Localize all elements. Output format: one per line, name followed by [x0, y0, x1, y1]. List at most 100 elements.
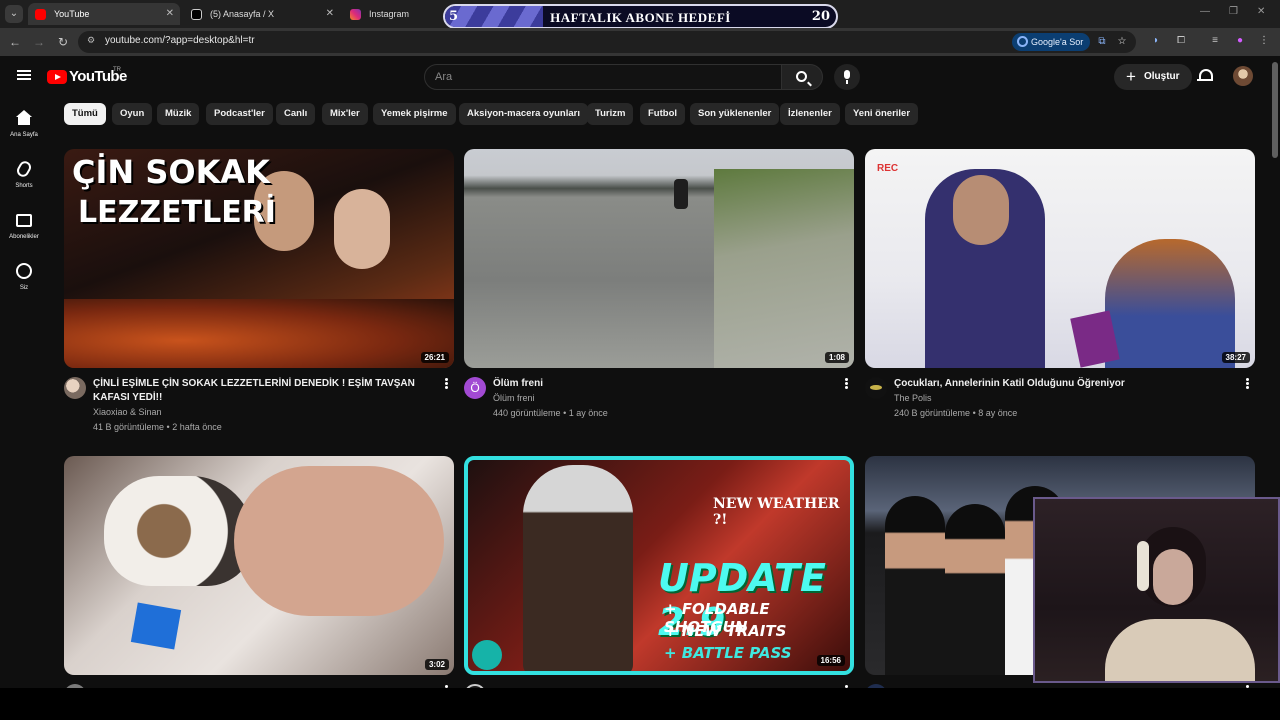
maximize-icon[interactable]: ❐ [1229, 6, 1238, 17]
tab-title: (5) Anasayfa / X [210, 9, 275, 19]
extensions-puzzle-icon[interactable]: ⧠ [1174, 34, 1188, 48]
search-button[interactable] [781, 64, 823, 90]
guide-item-shorts[interactable]: Shorts [0, 155, 48, 195]
channel-avatar[interactable] [64, 377, 86, 399]
video-card[interactable]: ÇİN SOKAK LEZZETLERİ 26:21 ÇİNLİ EŞİMLE … [64, 149, 454, 432]
channel-avatar[interactable]: Ö [464, 377, 486, 399]
chip-football[interactable]: Futbol [640, 103, 686, 125]
chip-action-adventure[interactable]: Aksiyon-macera oyunları [459, 103, 588, 125]
video-meta: 240 B görüntüleme • 8 ay önce [894, 408, 1018, 418]
subscriptions-icon [16, 214, 32, 227]
address-bar[interactable]: ⚙ youtube.com/?app=desktop&hl=tr Google'… [78, 31, 1136, 53]
video-card[interactable]: NEW WEATHER ?! UPDATE 2.9 + FOLDABLE SHO… [464, 456, 854, 688]
site-info-icon[interactable]: ⚙ [87, 35, 101, 49]
video-thumbnail[interactable]: NEW WEATHER ?! UPDATE 2.9 + FOLDABLE SHO… [464, 456, 854, 675]
more-actions-icon[interactable] [845, 378, 848, 390]
chip-recently-uploaded[interactable]: Son yüklenenler [690, 103, 780, 125]
video-meta: 41 B görüntüleme • 2 hafta önce [93, 422, 222, 432]
chip-gaming[interactable]: Oyun [112, 103, 153, 125]
duration-badge: 3:02 [424, 659, 449, 670]
upload-age: 2 hafta önce [172, 422, 222, 432]
search-input[interactable] [435, 71, 765, 83]
profile-icon[interactable]: ● [1233, 34, 1247, 48]
chip-tourism[interactable]: Turizm [587, 103, 634, 125]
person-graphic [1105, 239, 1235, 368]
ask-google-label: Google'a Sor [1031, 37, 1084, 47]
video-title[interactable]: ÇİNLİ EŞİMLE ÇİN SOKAK LEZZETLERİNİ DENE… [93, 377, 428, 405]
more-actions-icon[interactable] [1246, 378, 1249, 390]
voice-search-mic-icon[interactable] [834, 64, 860, 90]
channel-avatar[interactable] [865, 377, 887, 399]
tab-youtube[interactable]: YouTube ✕ [28, 3, 180, 25]
tab-instagram[interactable]: Instagram [343, 3, 439, 25]
food-graphic [64, 299, 454, 368]
person-graphic [334, 189, 390, 269]
view-count: 240 B görüntüleme [894, 408, 971, 418]
bookmark-star-icon[interactable]: ☆ [1115, 35, 1129, 49]
extension-icon[interactable]: ◗ [1149, 34, 1163, 48]
channel-name[interactable]: The Polis [894, 393, 932, 403]
guide-item-subscriptions[interactable]: Abonelikler [0, 206, 48, 246]
channel-name[interactable]: Ölüm freni [493, 393, 535, 403]
video-title[interactable]: Ölüm freni [493, 377, 828, 391]
video-card[interactable]: REC 38:27 Çocukları, Annelerinin Katil O… [865, 149, 1255, 418]
search-box[interactable] [424, 64, 782, 90]
browser-menu-icon[interactable]: ⋮ [1257, 34, 1271, 48]
video-title[interactable]: Çocukları, Annelerinin Katil Olduğunu Öğ… [894, 377, 1229, 391]
view-count: 440 görüntüleme [493, 408, 561, 418]
chip-watched[interactable]: İzlenenler [780, 103, 840, 125]
chip-cooking[interactable]: Yemek pişirme [373, 103, 456, 125]
chip-music[interactable]: Müzik [157, 103, 200, 125]
shoulders-graphic [1105, 619, 1255, 681]
video-thumbnail[interactable]: ÇİN SOKAK LEZZETLERİ 26:21 [64, 149, 454, 368]
chip-new-to-you[interactable]: Yeni öneriler [845, 103, 919, 125]
guide-item-home[interactable]: Ana Sayfa [0, 104, 48, 144]
url-text[interactable]: youtube.com/?app=desktop&hl=tr [105, 35, 255, 46]
guide-item-you[interactable]: Siz [0, 257, 48, 297]
blue-object-graphic [130, 602, 182, 650]
more-actions-icon[interactable] [445, 378, 448, 390]
notifications-bell-icon[interactable] [1197, 68, 1213, 84]
youtube-favicon-icon [35, 9, 46, 20]
subscriber-goal-overlay: 5 HAFTALIK ABONE HEDEFİ 20 [443, 4, 838, 29]
close-window-icon[interactable]: ✕ [1257, 6, 1265, 17]
chip-live[interactable]: Canlı [276, 103, 316, 125]
video-thumbnail[interactable]: 3:02 [64, 456, 454, 675]
minimize-icon[interactable]: — [1200, 6, 1210, 17]
x-favicon-icon [191, 9, 202, 20]
ask-google-button[interactable]: Google'a Sor [1012, 33, 1091, 51]
video-card[interactable]: 1:08 Ö Ölüm freni Ölüm freni 440 görüntü… [464, 149, 854, 418]
close-tab-icon[interactable]: ✕ [166, 3, 174, 25]
browser-toolbar: ← → ↻ ⚙ youtube.com/?app=desktop&hl=tr G… [0, 28, 1280, 56]
person-graphic [945, 504, 1005, 675]
video-thumbnail[interactable]: 1:08 [464, 149, 854, 368]
menu-hamburger-icon[interactable] [17, 70, 31, 80]
goal-end-value: 20 [811, 9, 830, 24]
video-card[interactable]: 3:02 [64, 456, 454, 688]
reload-icon[interactable]: ↻ [55, 34, 71, 50]
cat-graphic [104, 476, 254, 586]
account-avatar[interactable] [1233, 66, 1253, 86]
back-arrow-icon[interactable]: ← [7, 34, 23, 50]
video-thumbnail[interactable]: REC 38:27 [865, 149, 1255, 368]
game-logo-icon [472, 640, 502, 670]
close-tab-icon[interactable]: ✕ [326, 3, 334, 25]
tab-x[interactable]: (5) Anasayfa / X ✕ [184, 3, 340, 25]
chip-mixes[interactable]: Mix'ler [322, 103, 368, 125]
thumbnail-text: + BATTLE PASS [664, 644, 792, 662]
tab-search-button[interactable]: ⌄ [5, 5, 23, 23]
guide-label: Ana Sayfa [10, 132, 38, 138]
face-graphic [1153, 549, 1193, 605]
tab-title: YouTube [54, 9, 90, 19]
channel-name[interactable]: Xiaoxiao & Sinan [93, 407, 162, 417]
hands-graphic [234, 466, 444, 616]
chip-podcasts[interactable]: Podcast'ler [206, 103, 273, 125]
forward-arrow-icon[interactable]: → [31, 34, 47, 50]
install-app-icon[interactable]: ⧉ [1095, 35, 1109, 49]
chip-all[interactable]: Tümü [64, 103, 106, 125]
reading-list-icon[interactable]: ≡ [1208, 34, 1222, 48]
scrollbar-thumb[interactable] [1272, 62, 1278, 158]
character-graphic [523, 465, 633, 671]
taskbar-strip [0, 688, 1280, 720]
create-button[interactable]: + Oluştur [1114, 64, 1192, 90]
